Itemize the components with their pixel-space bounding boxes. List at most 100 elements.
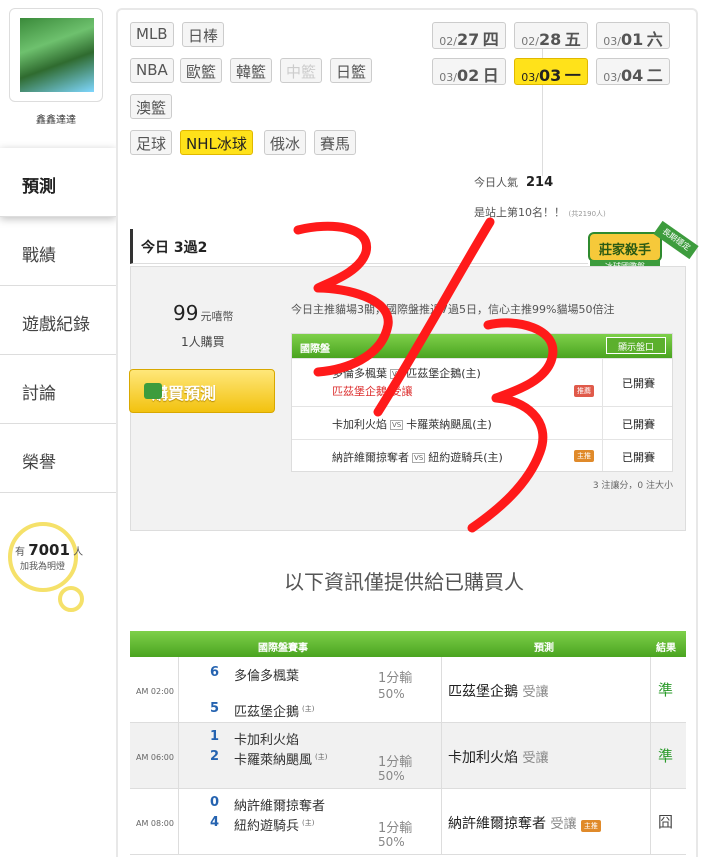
col-divider	[650, 723, 651, 788]
home-team: 匹茲堡企鵝(主)	[234, 701, 314, 720]
away-score: 6	[210, 665, 220, 680]
cart-icon	[144, 383, 162, 399]
results-table-header: 國際盤賽事 預測 結果	[130, 631, 686, 657]
inner-row-teams: 納許維爾掠奪者 VS 紐約遊騎兵(主)	[332, 449, 503, 465]
sport-tab-mlb[interactable]: MLB	[130, 22, 174, 47]
vs-icon: VS	[390, 420, 404, 430]
pick-team: 納許維爾掠奪者	[448, 816, 546, 832]
date-tab[interactable]: 02/27 四	[432, 22, 506, 49]
sport-tab-ruice[interactable]: 俄冰	[264, 130, 307, 155]
home-team: 紐約遊騎兵(主)	[428, 451, 503, 464]
inner-row-pick: 匹茲堡企鵝 受讓	[332, 383, 413, 399]
vs-icon: VS	[412, 453, 426, 463]
away-score: 0	[210, 795, 220, 810]
sport-tab-cnbasket: 中籃	[280, 58, 323, 83]
home-team-name: 匹茲堡企鵝	[234, 705, 300, 720]
date-day: 02	[456, 66, 480, 85]
home-score: 4	[210, 815, 220, 830]
header-game: 國際盤賽事	[258, 643, 308, 654]
pick: 卡加利火焰 受讓	[448, 747, 548, 767]
result: 囧	[658, 813, 674, 831]
date-tab[interactable]: 03/01 六	[596, 22, 670, 49]
buy-prediction-button[interactable]: 購買預測	[129, 369, 275, 413]
home-score: 5	[210, 701, 220, 716]
show-odds-button[interactable]: 顯示盤口	[606, 337, 666, 354]
handicap: 1分輸	[378, 821, 413, 836]
recommend-chip: 推薦	[574, 385, 594, 397]
result: 準	[658, 681, 674, 699]
date-tab-selected[interactable]: 03/03 一	[514, 58, 588, 85]
rank-text: 是站上第10名！！ (共2190人)	[474, 204, 606, 220]
game-time: AM 08:00	[136, 819, 174, 828]
menu-item-discuss[interactable]: 討論	[0, 355, 116, 424]
fans-prefix: 有	[15, 547, 25, 558]
menu-item-record[interactable]: 戰績	[0, 217, 116, 286]
sport-tab-aubasket[interactable]: 澳籃	[130, 94, 173, 119]
date-weekday: 一	[564, 66, 581, 85]
date-tab[interactable]: 03/04 二	[596, 58, 670, 85]
avatar[interactable]	[9, 8, 103, 102]
popularity-value: 214	[526, 175, 554, 190]
sport-tab-jpbasket[interactable]: 日籃	[330, 58, 373, 83]
pick-type: 受讓	[522, 685, 549, 700]
date-md: 02/	[439, 35, 457, 48]
sport-tab-nba[interactable]: NBA	[130, 58, 174, 83]
date-weekday: 六	[646, 30, 663, 49]
sport-tab-soccer[interactable]: 足球	[130, 130, 173, 155]
popularity: 今日人氣 214	[474, 174, 553, 190]
col-divider	[441, 657, 442, 722]
fans-suffix: 人	[73, 547, 84, 558]
menu-item-predict[interactable]: 預測	[0, 148, 116, 217]
sport-tab-eurobasket[interactable]: 歐籃	[180, 58, 223, 83]
sport-tab-horse[interactable]: 賽馬	[314, 130, 357, 155]
home-team-name: 紐約遊騎兵	[234, 819, 300, 834]
game-time: AM 02:00	[136, 687, 174, 696]
pick-team: 匹茲堡企鵝	[332, 385, 387, 398]
bulb-base-icon	[58, 586, 84, 612]
divider	[542, 28, 543, 176]
fans-count: 有 7001 人	[15, 541, 83, 559]
inner-row-teams: 多倫多楓葉 VS 匹茲堡企鵝(主)	[332, 365, 481, 381]
away-team: 卡加利火焰	[234, 733, 300, 748]
price-value: 99	[173, 301, 199, 325]
home-score: 2	[210, 749, 220, 764]
username: 鑫鑫達達	[36, 115, 76, 126]
sidebar: 鑫鑫達達 預測 戰績 遊戲紀錄 討論 榮譽 有 7001 人 加我為明燈	[0, 0, 116, 857]
offer-panel: 99 元嘻幣 1人購買 購買預測 今日主推貓場3關，國際盤推近7過5日，信心主推9…	[129, 266, 686, 531]
col-divider	[178, 789, 179, 854]
menu-item-honor[interactable]: 榮譽	[0, 424, 116, 493]
handicap-pct: 50%	[378, 835, 405, 849]
sport-tab-jpbaseball[interactable]: 日棒	[182, 22, 225, 47]
offer-description: 今日主推貓場3關，國際盤推近7過5日，信心主推99%貓場50倍注	[291, 303, 615, 316]
date-tab[interactable]: 02/28 五	[514, 22, 588, 49]
away-score: 1	[210, 729, 220, 744]
home-team: 卡羅萊納颶風(主)	[406, 418, 492, 431]
date-weekday: 二	[646, 66, 663, 85]
col-divider	[441, 789, 442, 854]
col-divider	[178, 657, 179, 722]
result-status: 已開賽	[602, 440, 674, 471]
pick: 匹茲堡企鵝 受讓	[448, 681, 548, 701]
price-unit: 元嘻幣	[200, 310, 234, 323]
date-md: 03/	[521, 71, 539, 84]
sidebar-menu: 預測 戰績 遊戲紀錄 討論 榮譽	[0, 148, 116, 493]
result-status: 已開賽	[602, 359, 674, 406]
today-title: 今日 3過2	[130, 229, 588, 264]
main-pick-chip: 主推	[580, 820, 601, 832]
table-row: AM 08:00 0 納許維爾掠奪者 4 紐約遊騎兵 (主) 1分輸 50% 納許…	[130, 789, 686, 855]
main-pick-chip: 主推	[574, 450, 594, 462]
inner-row: 多倫多楓葉 VS 匹茲堡企鵝(主) 匹茲堡企鵝 受讓 推薦 已開賽	[292, 358, 672, 406]
inner-row: 卡加利火焰 VS 卡羅萊納颶風(主) 已開賽	[292, 406, 672, 439]
table-row: AM 02:00 6 多倫多楓葉 5 匹茲堡企鵝 (主) 1分輸 50% 匹茲堡企…	[130, 657, 686, 723]
rank-label: 是站上第10名！！	[474, 206, 565, 219]
follow-bulb[interactable]: 有 7001 人 加我為明燈	[8, 522, 83, 592]
sport-tab-krbasket[interactable]: 韓籃	[230, 58, 273, 83]
sport-tab-nhl[interactable]: NHL冰球	[180, 130, 253, 155]
date-tab[interactable]: 03/02 日	[432, 58, 506, 85]
away-team: 多倫多楓葉	[234, 669, 300, 684]
menu-item-game-log[interactable]: 遊戲紀錄	[0, 286, 116, 355]
date-md: 03/	[603, 35, 621, 48]
away-team: 納許維爾掠奪者	[332, 451, 409, 464]
inner-odds-table: 國際盤 顯示盤口 多倫多楓葉 VS 匹茲堡企鵝(主) 匹茲堡企鵝 受讓 推薦 已開賽 …	[291, 333, 673, 472]
price: 99 元嘻幣	[173, 301, 233, 325]
